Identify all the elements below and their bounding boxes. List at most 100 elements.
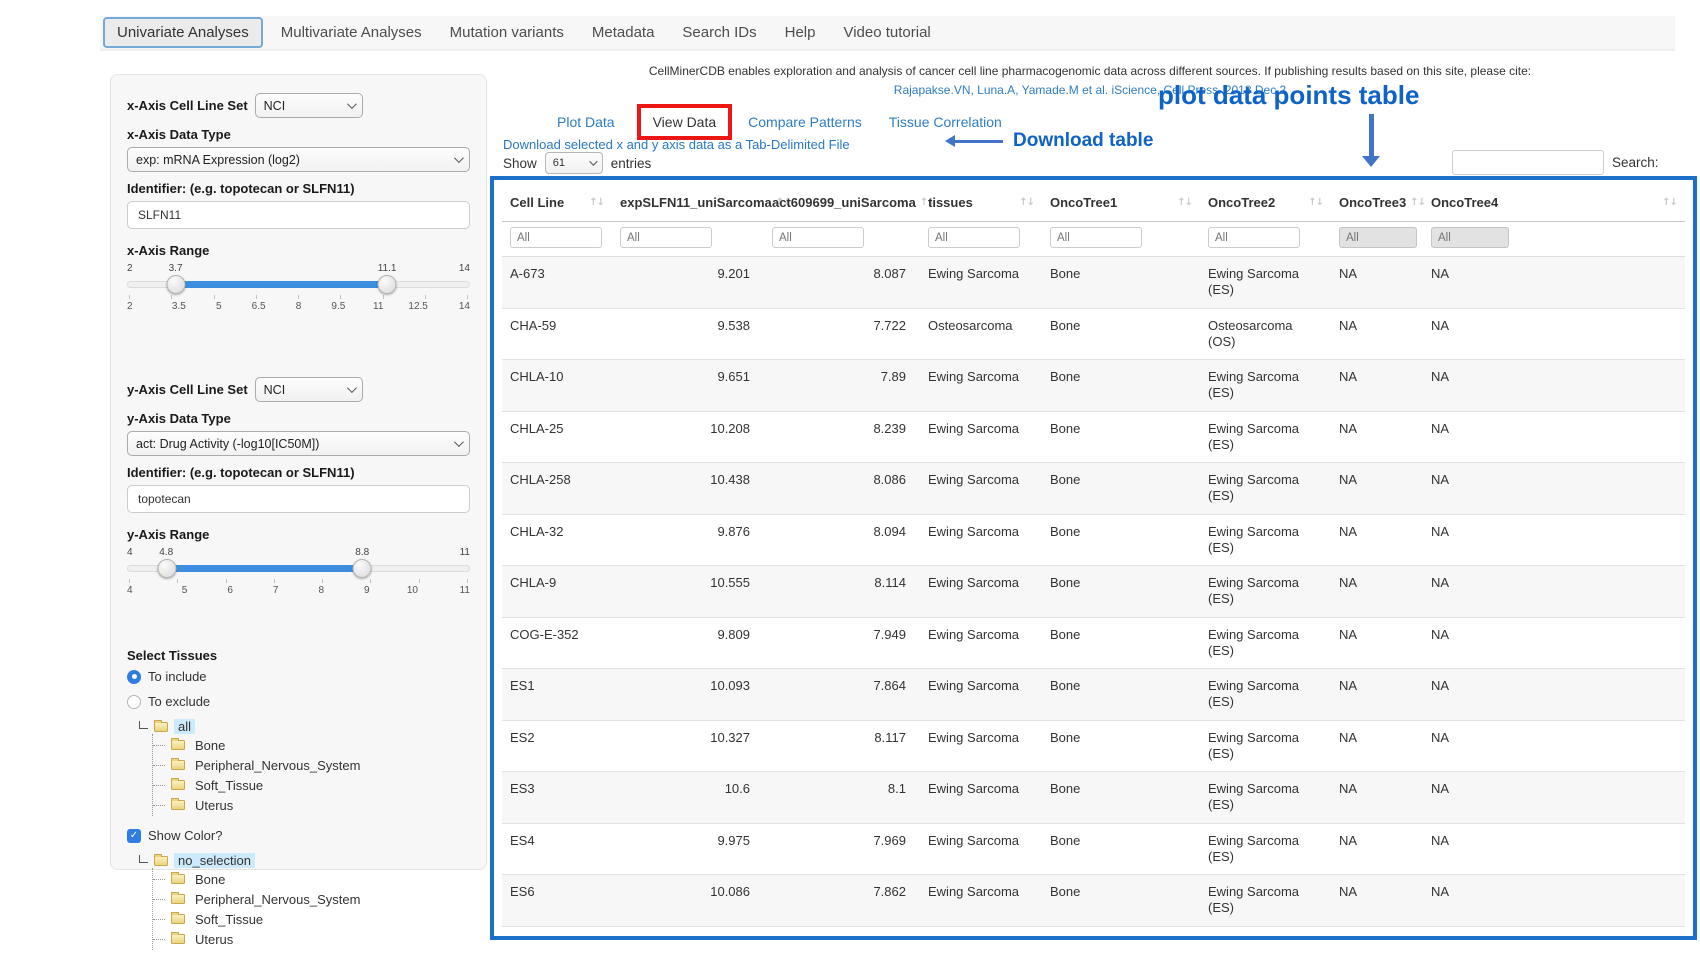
entries-count-select[interactable]: 61 xyxy=(545,152,603,174)
radio-unselected-icon xyxy=(127,695,141,709)
cell: NA xyxy=(1331,926,1423,940)
tree-node-soft-tissue[interactable]: Soft_Tissue xyxy=(153,909,470,929)
x-range-slider[interactable]: 23.711.11423.556.589.51112.514 xyxy=(127,263,470,321)
column-filter-expslfn11-unisarcoma[interactable] xyxy=(620,227,712,248)
sort-icon[interactable]: ↑↓ xyxy=(1177,197,1192,208)
slider-fill xyxy=(167,565,362,572)
cell: NA xyxy=(1331,669,1423,721)
cell: CHLA-258 xyxy=(502,463,612,515)
column-filter-oncotree2[interactable] xyxy=(1208,227,1300,248)
show-color-checkbox[interactable]: ✓ Show Color? xyxy=(127,828,470,843)
chevron-down-icon xyxy=(589,157,597,165)
tab-plot-data[interactable]: Plot Data xyxy=(557,114,615,130)
cell: Ewing Sarcoma xyxy=(920,257,1042,309)
tissues-exclude-radio[interactable]: To exclude xyxy=(127,694,470,709)
tree-expand-icon[interactable] xyxy=(139,721,148,729)
cell: NA xyxy=(1423,411,1685,463)
folder-icon xyxy=(171,760,185,770)
sort-icon[interactable]: ↑↓ xyxy=(1308,197,1323,208)
tree-node-bone[interactable]: Bone xyxy=(153,735,470,755)
folder-icon xyxy=(171,874,185,884)
cell: A-673 xyxy=(502,257,612,309)
cell: ES7 xyxy=(502,926,612,940)
slider-handle-low[interactable] xyxy=(157,559,176,578)
column-filter-act609699-unisarcoma[interactable] xyxy=(772,227,864,248)
column-header-act609699-unisarcoma[interactable]: act609699_uniSarcoma↑↓ xyxy=(764,182,920,222)
nav-item-multivariate-analyses[interactable]: Multivariate Analyses xyxy=(267,24,436,41)
nav-item-video-tutorial[interactable]: Video tutorial xyxy=(829,24,944,41)
tree-node-peripheral-nervous-system[interactable]: Peripheral_Nervous_System xyxy=(153,889,470,909)
slider-tick-label: 10 xyxy=(400,585,424,596)
cell: Ewing Sarcoma (ES) xyxy=(1200,257,1331,309)
tree-node-bone[interactable]: Bone xyxy=(153,869,470,889)
column-header-cell-line[interactable]: Cell Line↑↓ xyxy=(502,182,612,222)
cell: Ewing Sarcoma xyxy=(920,566,1042,618)
x-cell-line-set-select[interactable]: NCI xyxy=(255,93,363,118)
slider-tick-label: 12.5 xyxy=(406,301,430,312)
tree-root-no-selection[interactable]: no_selection xyxy=(139,853,470,868)
nav-item-metadata[interactable]: Metadata xyxy=(578,24,669,41)
nav-item-search-ids[interactable]: Search IDs xyxy=(668,24,770,41)
plot-data-points-annotation: plot data points table xyxy=(1158,80,1419,111)
x-data-type-select[interactable]: exp: mRNA Expression (log2) xyxy=(127,147,470,172)
sort-icon[interactable]: ↑↓ xyxy=(589,197,604,208)
tree-node-uterus[interactable]: Uterus xyxy=(153,795,470,815)
slider-handle-high[interactable] xyxy=(352,559,371,578)
cell: 8.249 xyxy=(764,926,920,940)
download-tab-delimited-link[interactable]: Download selected x and y axis data as a… xyxy=(503,137,850,152)
tissues-include-radio[interactable]: To include xyxy=(127,669,470,684)
cell: Bone xyxy=(1042,411,1200,463)
column-header-oncotree4[interactable]: OncoTree4↑↓ xyxy=(1423,182,1685,222)
citation: CellMinerCDB enables exploration and ana… xyxy=(540,64,1640,97)
sort-icon[interactable]: ↑↓ xyxy=(1410,197,1425,208)
slider-track[interactable] xyxy=(127,565,470,572)
slider-track[interactable] xyxy=(127,281,470,288)
slider-label: 8.8 xyxy=(355,547,369,558)
y-cell-line-set-label: y-Axis Cell Line Set xyxy=(127,382,248,397)
sort-icon[interactable]: ↑↓ xyxy=(1019,197,1034,208)
slider-handle-high[interactable] xyxy=(377,275,396,294)
cell: 9.809 xyxy=(612,617,764,669)
column-filter-cell-line[interactable] xyxy=(510,227,602,248)
y-range-slider[interactable]: 44.88.8114567891011 xyxy=(127,547,470,605)
sort-icon[interactable]: ↑↓ xyxy=(1662,197,1677,208)
column-filter-tissues[interactable] xyxy=(928,227,1020,248)
cell: NA xyxy=(1423,463,1685,515)
search-input[interactable] xyxy=(1452,150,1604,175)
column-header-tissues[interactable]: tissues↑↓ xyxy=(920,182,1042,222)
tab-tissue-correlation[interactable]: Tissue Correlation xyxy=(889,114,1002,130)
x-identifier-input[interactable] xyxy=(127,201,470,229)
slider-handle-low[interactable] xyxy=(167,275,186,294)
tab-view-data[interactable]: View Data xyxy=(653,114,717,130)
cell: CHLA-32 xyxy=(502,514,612,566)
column-header-oncotree3[interactable]: OncoTree3↑↓ xyxy=(1331,182,1423,222)
column-header-expslfn11-unisarcoma[interactable]: expSLFN11_uniSarcoma↑↓ xyxy=(612,182,764,222)
cell: Ewing Sarcoma xyxy=(920,875,1042,927)
column-header-oncotree2[interactable]: OncoTree2↑↓ xyxy=(1200,182,1331,222)
table-search: Search: xyxy=(1452,150,1659,175)
column-header-oncotree1[interactable]: OncoTree1↑↓ xyxy=(1042,182,1200,222)
arrow-down-icon xyxy=(1362,114,1380,167)
y-data-type-select[interactable]: act: Drug Activity (-log10[IC50M]) xyxy=(127,431,470,456)
y-identifier-input[interactable] xyxy=(127,485,470,513)
nav-item-mutation-variants[interactable]: Mutation variants xyxy=(436,24,578,41)
tree-node-label: Bone xyxy=(191,872,229,887)
column-filter-oncotree1[interactable] xyxy=(1050,227,1142,248)
tree-node-peripheral-nervous-system[interactable]: Peripheral_Nervous_System xyxy=(153,755,470,775)
cell: Osteosarcoma (OS) xyxy=(1200,308,1331,360)
folder-icon xyxy=(171,914,185,924)
slider-fill xyxy=(176,281,386,288)
nav-item-univariate-analyses[interactable]: Univariate Analyses xyxy=(103,17,263,48)
tree-node-uterus[interactable]: Uterus xyxy=(153,929,470,949)
x-range-label: x-Axis Range xyxy=(127,243,470,258)
tree-expand-icon[interactable] xyxy=(139,855,148,863)
cell: 8.1 xyxy=(764,772,920,824)
cell: 10.086 xyxy=(612,875,764,927)
y-cell-line-set-select[interactable]: NCI xyxy=(255,377,363,402)
tree-node-soft-tissue[interactable]: Soft_Tissue xyxy=(153,775,470,795)
cell: Ewing Sarcoma xyxy=(920,669,1042,721)
tree-node-label: Soft_Tissue xyxy=(191,912,267,927)
tab-compare-patterns[interactable]: Compare Patterns xyxy=(748,114,862,130)
tree-root-all[interactable]: all xyxy=(139,719,470,734)
nav-item-help[interactable]: Help xyxy=(771,24,830,41)
